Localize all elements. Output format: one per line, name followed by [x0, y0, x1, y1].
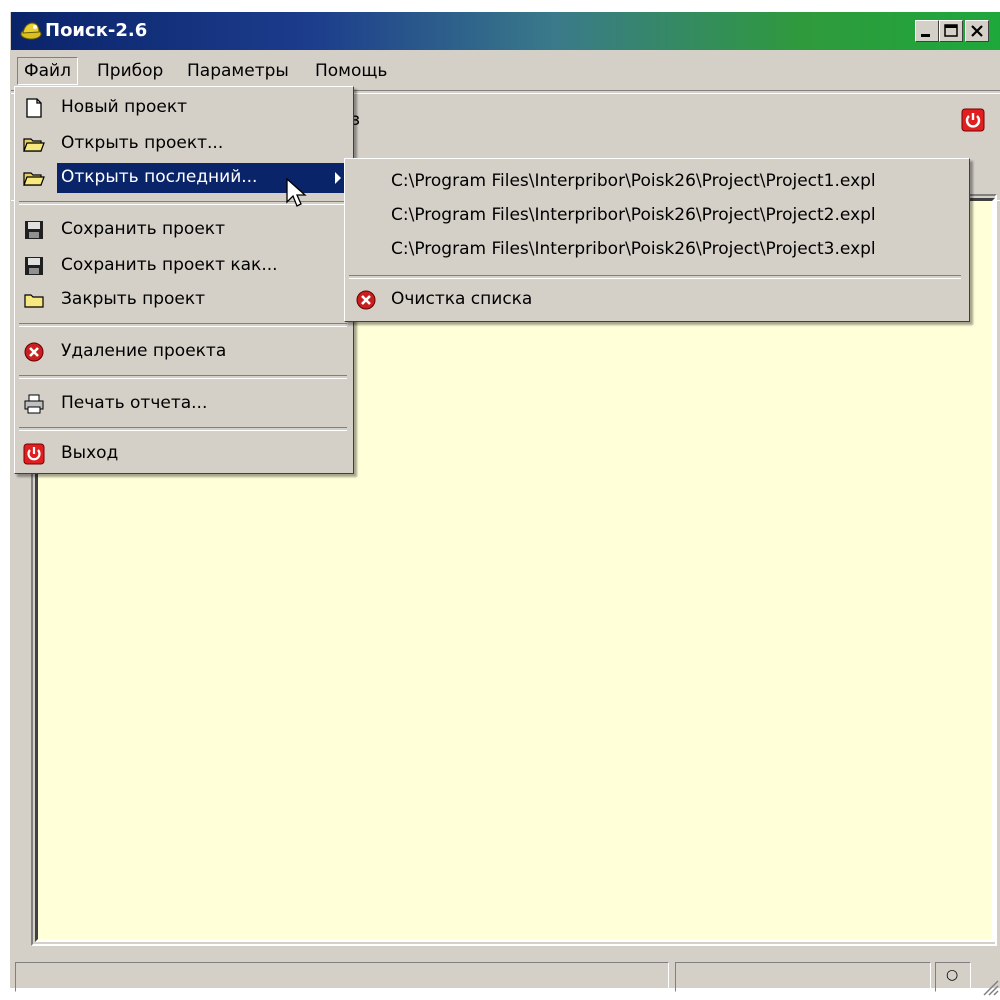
menu-item-label: Печать отчета...: [61, 393, 208, 413]
closed-folder-icon: [24, 294, 44, 308]
recent-file-item[interactable]: C:\Program Files\Interpribor\Poisk26\Pro…: [347, 165, 967, 199]
floppy-disk-icon: [25, 257, 43, 275]
power-icon[interactable]: [961, 108, 985, 132]
status-bar: ○: [11, 956, 1000, 1000]
menu-item-label: Выход: [61, 443, 119, 463]
clear-list-label: Очистка списка: [391, 289, 533, 309]
recent-file-path: C:\Program Files\Interpribor\Poisk26\Pro…: [391, 171, 876, 191]
menu-item-label: Закрыть проект: [61, 289, 206, 309]
menu-item-print-report[interactable]: Печать отчета...: [17, 389, 351, 419]
mouse-cursor-icon: [286, 178, 307, 207]
recent-file-path: C:\Program Files\Interpribor\Poisk26\Pro…: [391, 239, 876, 259]
new-document-icon: [26, 98, 42, 118]
menu-item-delete-project[interactable]: Удаление проекта: [17, 337, 351, 367]
delete-icon: [24, 342, 44, 362]
maximize-icon: [944, 24, 958, 37]
printer-icon: [24, 394, 44, 414]
menu-item-label: Сохранить проект: [61, 219, 225, 239]
menu-separator: [19, 375, 347, 379]
menu-item-label: Удаление проекта: [61, 341, 227, 361]
menu-item-exit[interactable]: Выход: [17, 439, 351, 469]
menu-help[interactable]: Помощь: [309, 58, 393, 84]
resize-grip-icon[interactable]: [979, 976, 999, 996]
menu-item-new-project[interactable]: Новый проект: [17, 93, 351, 123]
clear-list-item[interactable]: Очистка списка: [347, 283, 967, 317]
menu-item-label: Сохранить проект как...: [61, 255, 278, 275]
menu-device[interactable]: Прибор: [91, 58, 169, 84]
menu-separator: [19, 323, 347, 327]
window-title: Поиск-2.6: [45, 20, 148, 41]
helmet-icon: [20, 22, 42, 40]
power-icon: [23, 443, 45, 465]
recent-file-item[interactable]: C:\Program Files\Interpribor\Poisk26\Pro…: [347, 199, 967, 233]
menu-item-save-project-as[interactable]: Сохранить проект как...: [17, 251, 351, 281]
menu-parameters[interactable]: Параметры: [181, 58, 295, 84]
recent-files-submenu: C:\Program Files\Interpribor\Poisk26\Pro…: [344, 158, 970, 322]
maximize-button[interactable]: [939, 20, 963, 42]
minimize-button[interactable]: [915, 20, 939, 42]
menu-separator: [349, 275, 961, 279]
menu-item-open-project[interactable]: Открыть проект...: [17, 129, 351, 159]
menu-bar: Файл Прибор Параметры Помощь: [11, 54, 1000, 86]
menu-separator: [19, 427, 347, 431]
submenu-arrow-icon: [335, 172, 341, 184]
title-bar[interactable]: Поиск-2.6: [11, 12, 1000, 50]
file-menu-dropdown: Новый проект Открыть проект... Открыть п…: [14, 86, 354, 474]
recent-file-item[interactable]: C:\Program Files\Interpribor\Poisk26\Pro…: [347, 233, 967, 267]
close-icon: [971, 25, 983, 37]
menu-item-save-project[interactable]: Сохранить проект: [17, 215, 351, 245]
open-folder-icon: [23, 172, 45, 186]
menu-item-close-project[interactable]: Закрыть проект: [17, 285, 351, 315]
close-button[interactable]: [965, 20, 989, 42]
menu-item-label: Открыть последний...: [61, 167, 258, 187]
delete-icon: [356, 290, 376, 310]
open-folder-icon: [23, 138, 45, 152]
minimize-icon: [921, 34, 930, 37]
recent-file-path: C:\Program Files\Interpribor\Poisk26\Pro…: [391, 205, 876, 225]
menu-file[interactable]: Файл: [17, 57, 78, 85]
menu-item-label: Открыть проект...: [61, 133, 224, 153]
status-indicator: ○: [946, 967, 959, 983]
floppy-disk-icon: [25, 221, 43, 239]
menu-item-label: Новый проект: [61, 97, 188, 117]
